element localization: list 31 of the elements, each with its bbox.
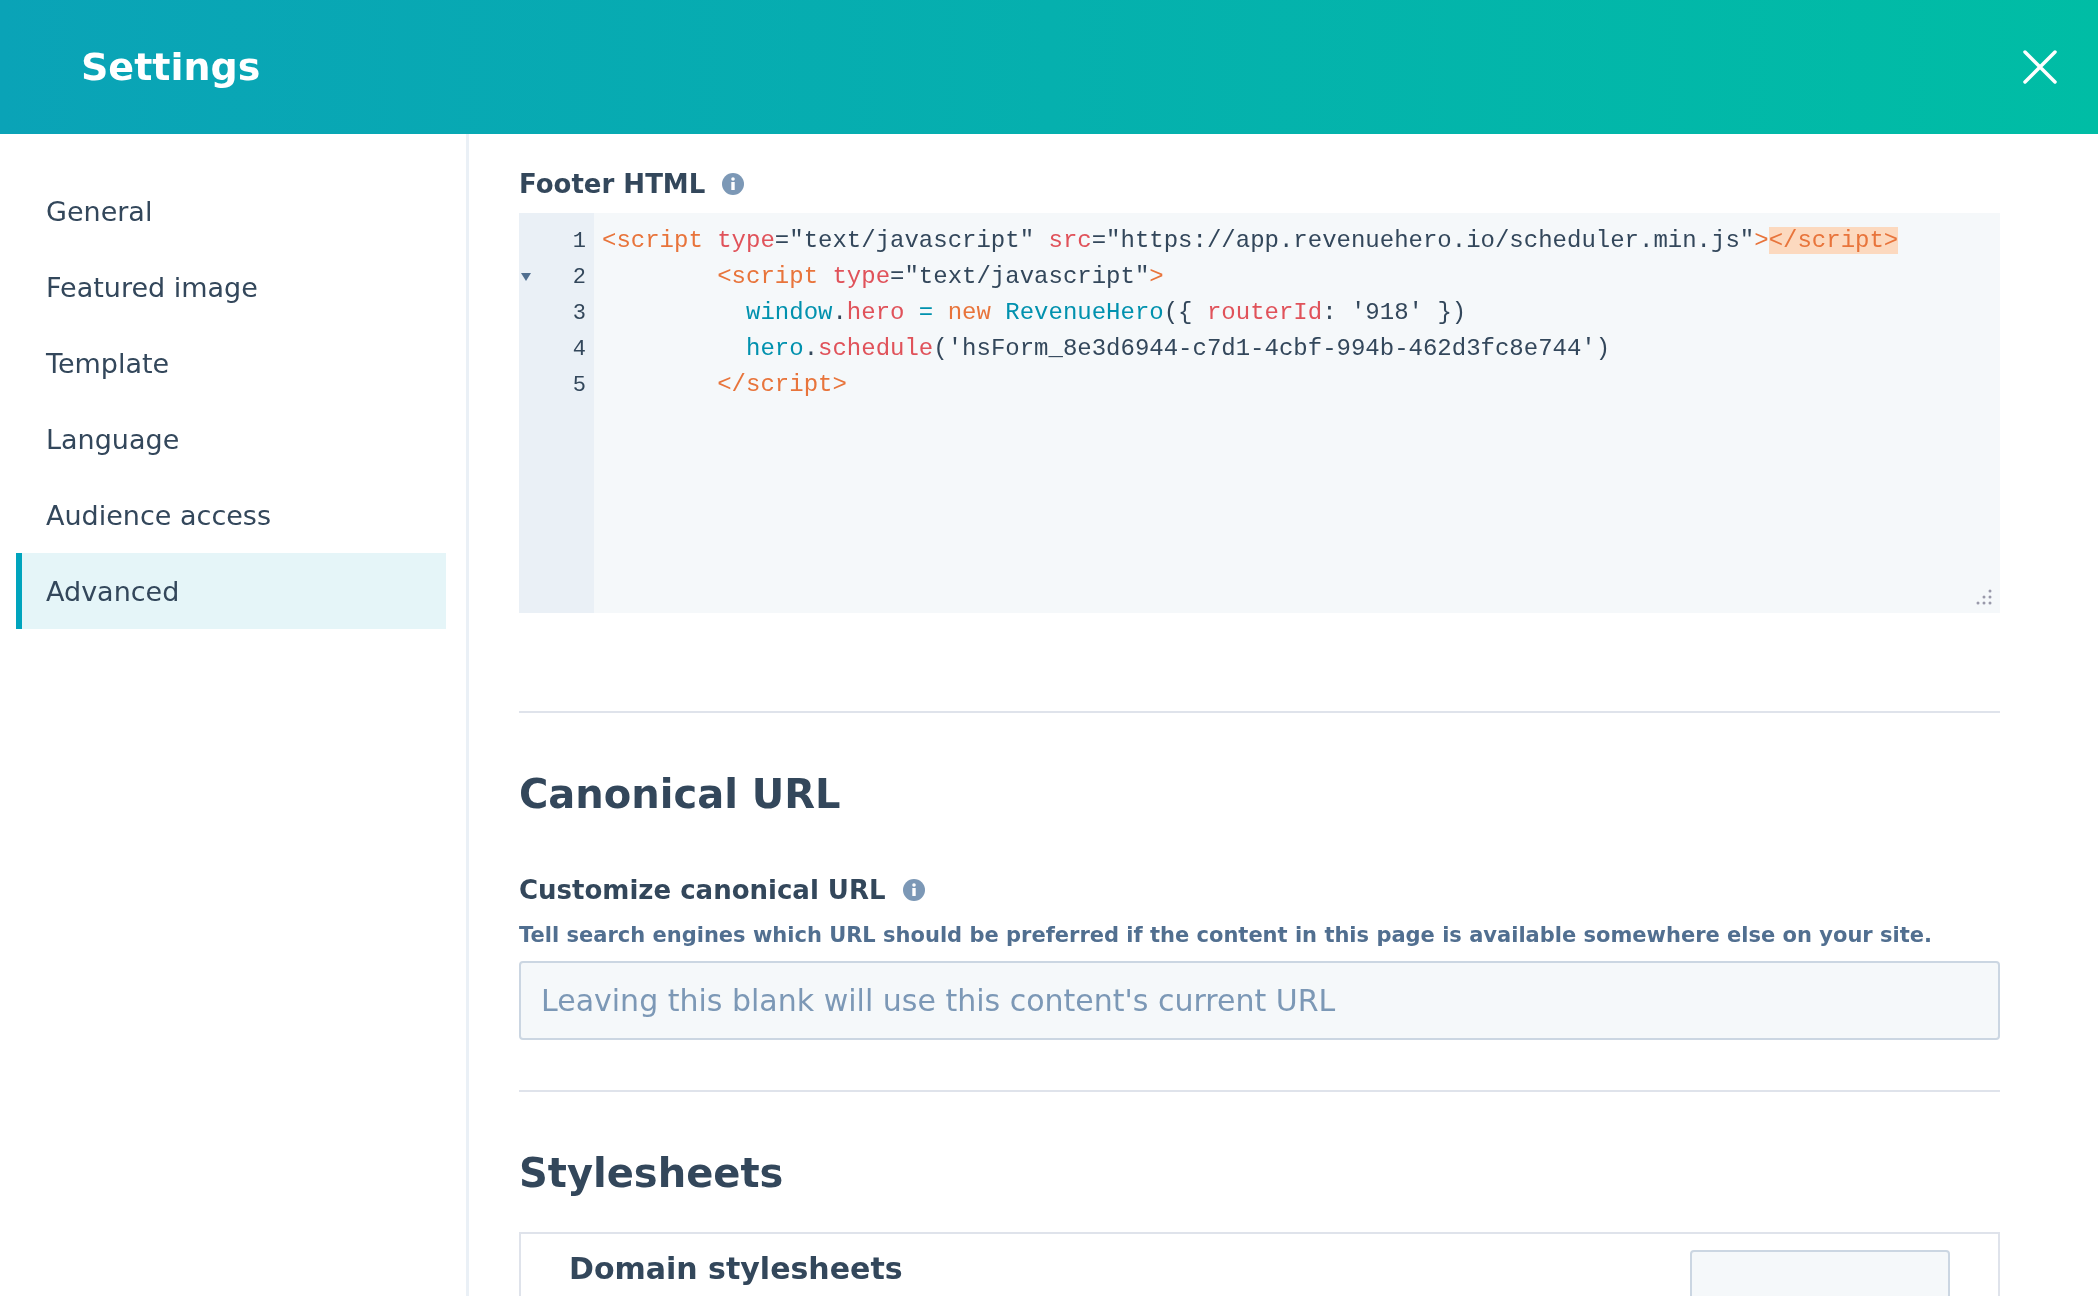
- code-line: <script type="text/javascript">: [716, 262, 1165, 292]
- sidebar-item[interactable]: Advanced: [16, 553, 446, 629]
- code-line: </script>: [716, 370, 848, 400]
- section-heading: Stylesheets: [519, 1150, 785, 1196]
- field-label: Footer HTML: [519, 169, 706, 199]
- fold-caret-icon[interactable]: [521, 273, 531, 281]
- line-number: 4: [572, 336, 586, 362]
- code-line: <script type="text/javascript" src="https://app.revenuehero.io/scheduler.min.js"></script>: [602, 226, 1899, 256]
- input-field[interactable]: Leaving this blank will use this content's current URL: [519, 961, 2000, 1040]
- info-icon[interactable]: [721, 172, 746, 196]
- sidebar-item[interactable]: Template: [16, 325, 446, 401]
- info-icon[interactable]: [901, 878, 926, 902]
- sidebar-item[interactable]: Language: [16, 401, 446, 477]
- close-icon[interactable]: [2022, 49, 2058, 85]
- resize-handle-icon[interactable]: [1976, 589, 1992, 605]
- code-editor[interactable]: [519, 213, 2000, 613]
- code-line: hero.schedule('hsForm_8e3d6944-c7d1-4cbf-994b-462d3fc8e744'): [745, 334, 1612, 364]
- field-label: Customize canonical URL: [519, 875, 886, 905]
- line-number: 5: [572, 372, 586, 398]
- help-text: Tell search engines which URL should be preferred if the content in this page is available somewhere else on your site.: [519, 923, 1933, 947]
- line-number: 1: [572, 228, 586, 254]
- line-number: 2: [572, 264, 586, 290]
- line-number: 3: [572, 300, 586, 326]
- sidebar-item[interactable]: Audience access: [16, 477, 446, 553]
- sidebar-item[interactable]: General: [16, 173, 446, 249]
- sidebar-item[interactable]: Featured image: [16, 249, 446, 325]
- section-heading: Canonical URL: [519, 771, 842, 817]
- window-title: Settings: [81, 45, 261, 89]
- code-line: window.hero = new RevenueHero({ routerId: '918' }): [745, 298, 1468, 328]
- action-button[interactable]: [1690, 1250, 1950, 1296]
- card-title: Domain stylesheets: [569, 1254, 903, 1284]
